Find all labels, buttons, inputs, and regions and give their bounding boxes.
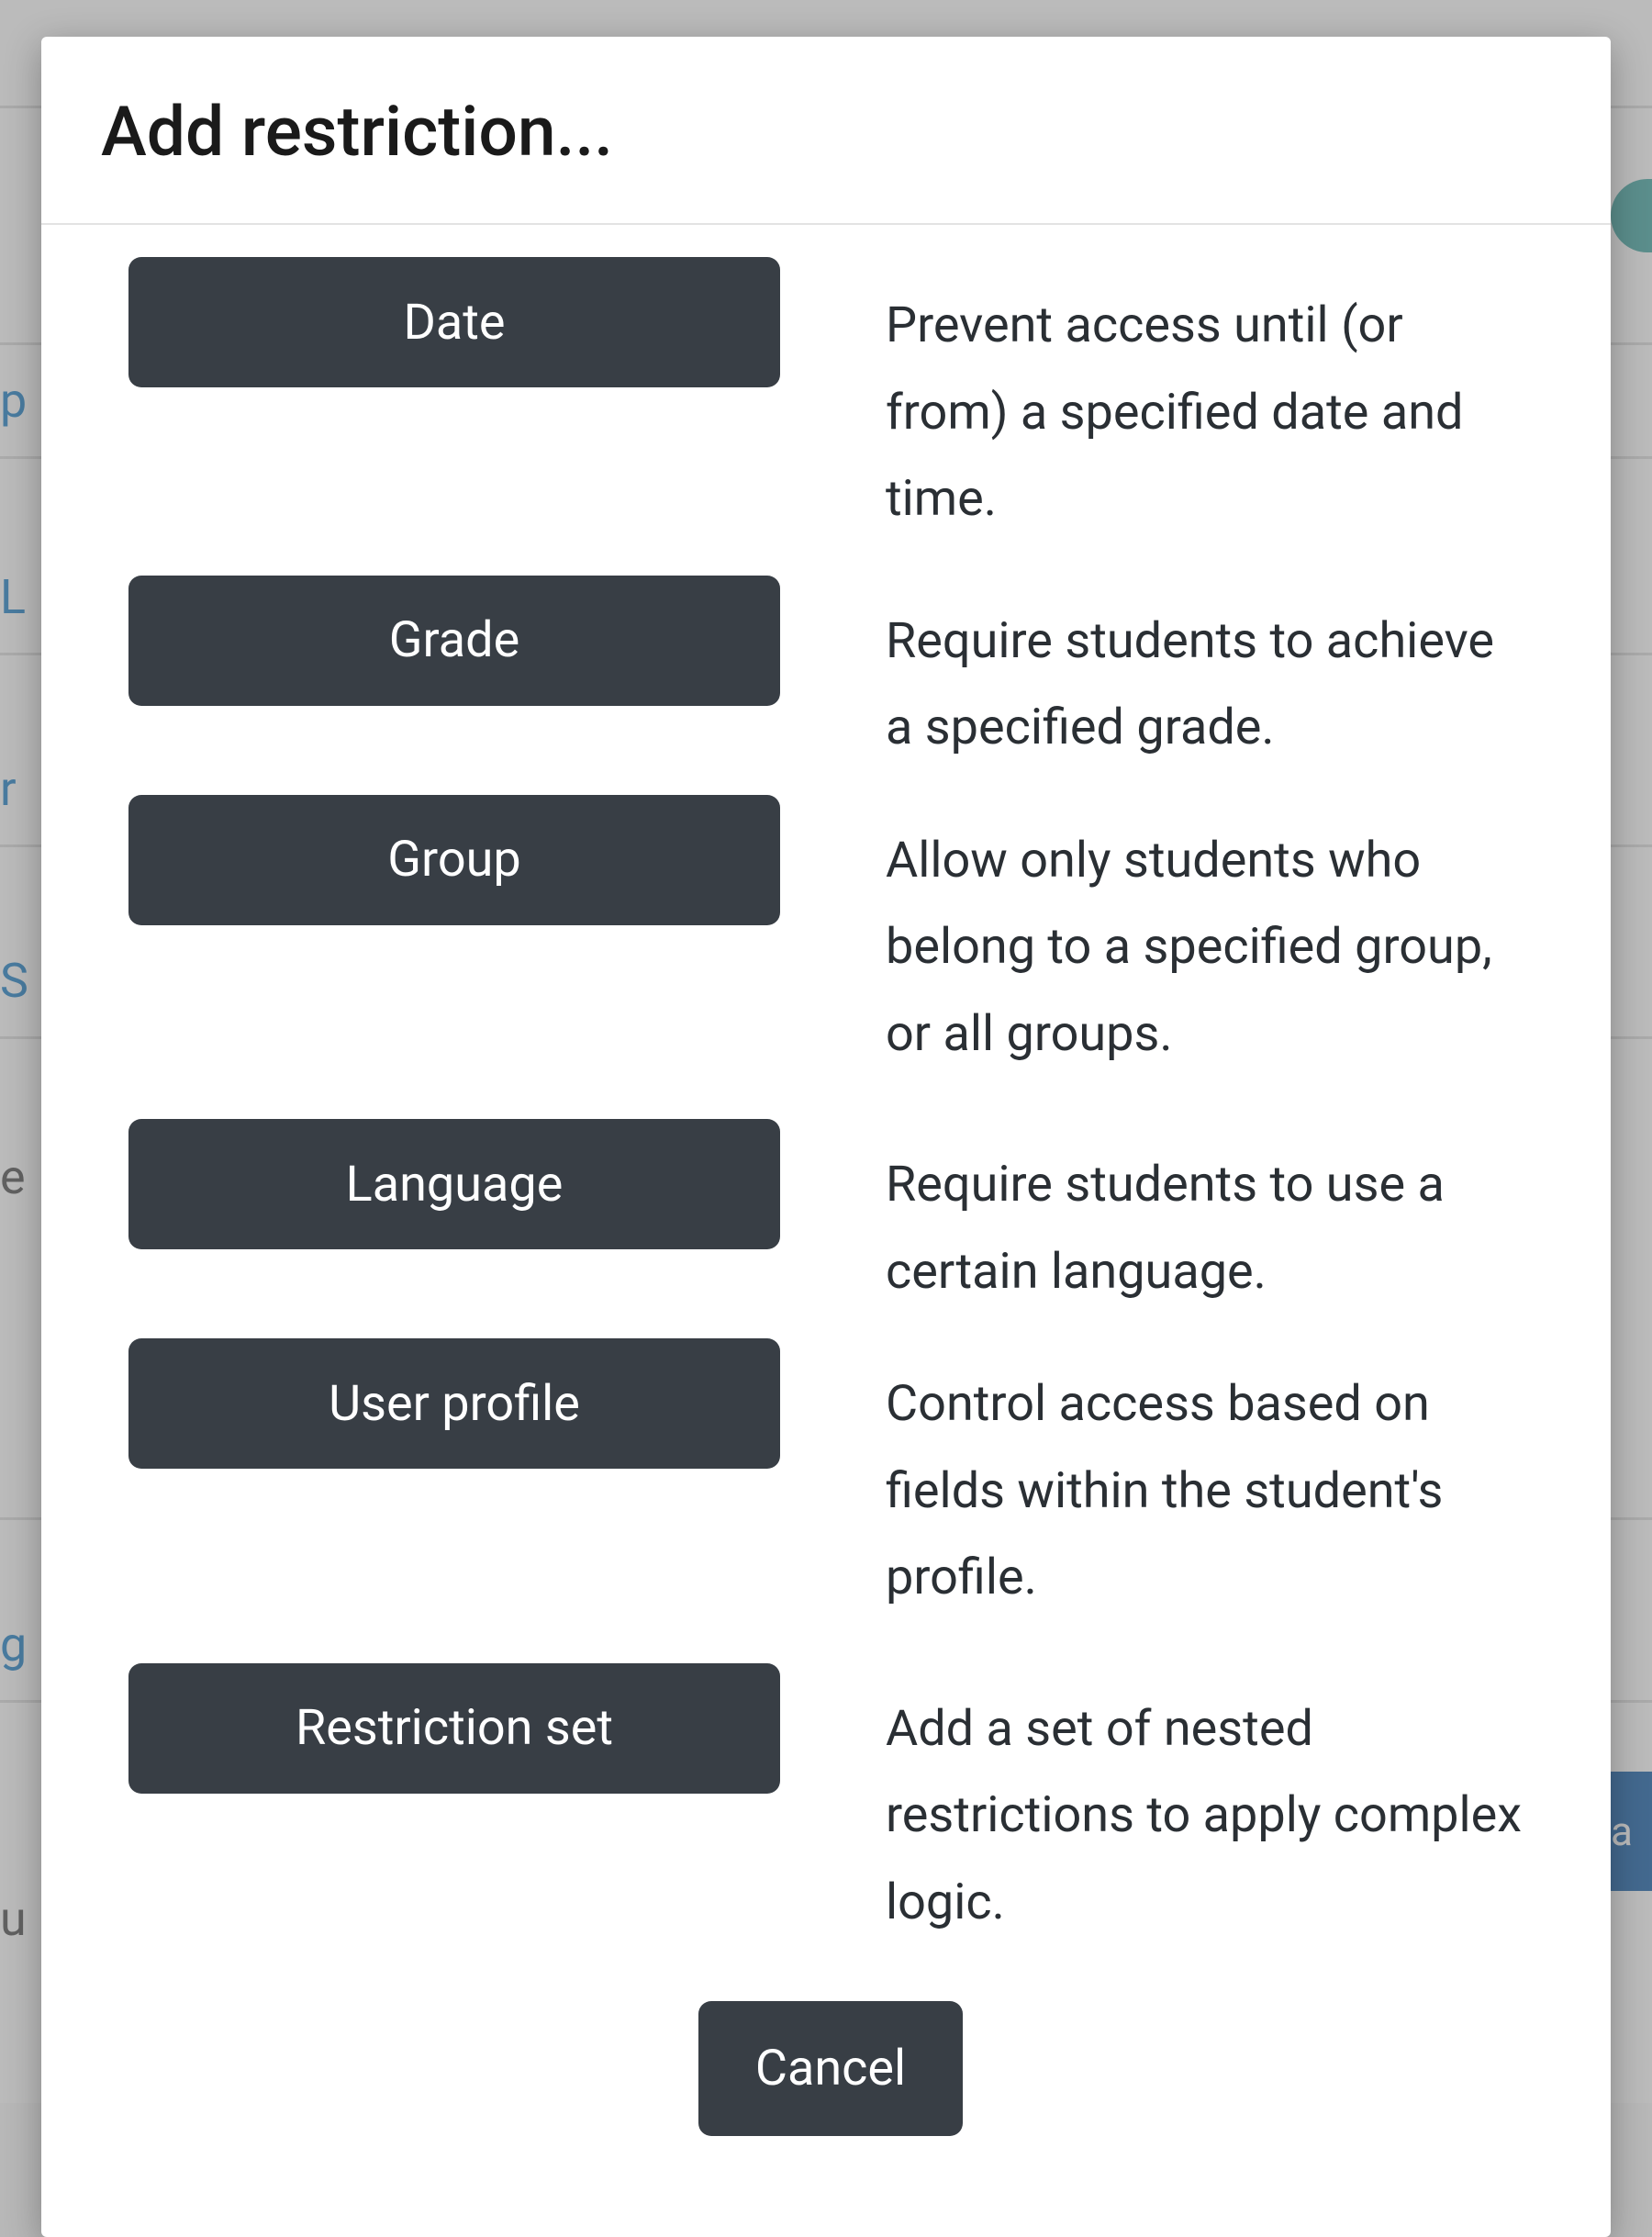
user-profile-description: Control access based on fields within th… <box>886 1338 1533 1622</box>
group-button[interactable]: Group <box>128 795 780 925</box>
modal-overlay: Add restriction... Date Prevent access u… <box>0 0 1652 2103</box>
restriction-row-grade: Grade Require students to achieve a spec… <box>128 576 1533 772</box>
restriction-row-language: Language Require students to use a certa… <box>128 1119 1533 1315</box>
date-button[interactable]: Date <box>128 257 780 387</box>
language-description: Require students to use a certain langua… <box>886 1119 1533 1315</box>
date-description: Prevent access until (or from) a specifi… <box>886 257 1533 543</box>
restriction-set-description: Add a set of nested restrictions to appl… <box>886 1663 1533 1947</box>
group-description: Allow only students who belong to a spec… <box>886 795 1533 1079</box>
grade-description: Require students to achieve a specified … <box>886 576 1533 772</box>
cancel-button[interactable]: Cancel <box>698 2001 963 2136</box>
user-profile-button[interactable]: User profile <box>128 1338 780 1469</box>
modal-footer: Cancel <box>128 1987 1533 2187</box>
modal-body: Date Prevent access until (or from) a sp… <box>41 225 1611 2237</box>
language-button[interactable]: Language <box>128 1119 780 1249</box>
restriction-row-date: Date Prevent access until (or from) a sp… <box>128 257 1533 543</box>
restriction-row-group: Group Allow only students who belong to … <box>128 795 1533 1079</box>
restriction-set-button[interactable]: Restriction set <box>128 1663 780 1794</box>
modal-title: Add restriction... <box>101 92 1551 173</box>
restriction-row-restriction-set: Restriction set Add a set of nested rest… <box>128 1663 1533 1947</box>
restriction-row-user-profile: User profile Control access based on fie… <box>128 1338 1533 1622</box>
add-restriction-modal: Add restriction... Date Prevent access u… <box>41 37 1611 2237</box>
grade-button[interactable]: Grade <box>128 576 780 706</box>
modal-header: Add restriction... <box>41 37 1611 225</box>
